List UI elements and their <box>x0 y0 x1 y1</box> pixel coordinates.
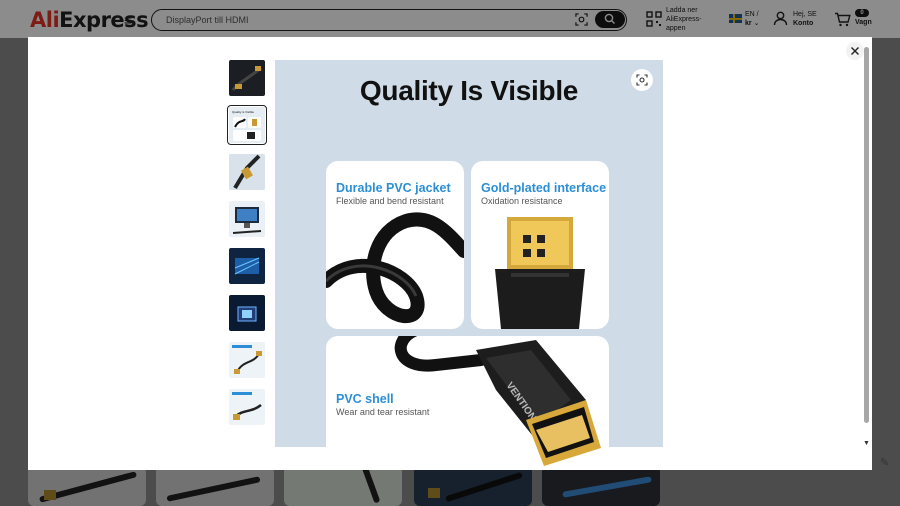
coiled-cable-image <box>326 212 464 324</box>
monitor-thumbnail-image <box>232 207 262 234</box>
displayport-plug-image: VENTION <box>394 336 601 466</box>
zoom-button[interactable] <box>631 69 653 91</box>
thumbnail-1[interactable] <box>229 60 265 96</box>
edit-icon[interactable]: ✎ <box>880 456 889 469</box>
thumbnail-2[interactable]: Quality is Visible <box>227 105 267 145</box>
panel-2-subtitle: Oxidation resistance <box>481 196 563 206</box>
cable-thumbnail-image <box>231 66 262 91</box>
cable-variant-thumbnail-image <box>232 392 262 420</box>
image-viewer-modal: ▼ Quality is Visible Quality Is Visible … <box>28 37 872 470</box>
thumbnail-4[interactable] <box>229 201 265 237</box>
feature-panel-pvc-shell: PVC shell Wear and tear resistant VENTIO… <box>326 336 609 466</box>
thumbnail-5[interactable] <box>229 248 265 284</box>
close-button[interactable] <box>846 42 864 60</box>
feature-panel-gold-plated: Gold-plated interface Oxidation resistan… <box>471 161 609 329</box>
gold-plug-image <box>495 217 585 329</box>
chip-thumbnail-image <box>237 306 257 322</box>
close-icon <box>851 47 859 55</box>
feature-panel-pvc-jacket: Durable PVC jacket Flexible and bend res… <box>326 161 464 329</box>
thumbnail-2-label: Quality is Visible <box>232 110 254 114</box>
image-search-icon <box>636 74 648 86</box>
scroll-down-arrow-icon[interactable]: ▼ <box>863 440 870 447</box>
cable-detail-thumbnail-image <box>233 154 261 190</box>
panel-1-title: Durable PVC jacket <box>336 181 451 195</box>
thumbnail-3[interactable] <box>229 154 265 190</box>
image-headline: Quality Is Visible <box>359 75 579 106</box>
scrollbar[interactable] <box>864 47 869 423</box>
thumbnail-8[interactable] <box>229 389 265 425</box>
thumbnail-7[interactable] <box>229 342 265 378</box>
cable-length-thumbnail-image <box>232 345 262 374</box>
thumbnail-6[interactable] <box>229 295 265 331</box>
panel-2-title: Gold-plated interface <box>481 181 607 195</box>
panel-1-subtitle: Flexible and bend resistant <box>336 196 444 206</box>
screen-thumbnail-image <box>234 257 260 275</box>
main-product-image[interactable]: Quality Is Visible Durable PVC jacket Fl… <box>275 60 663 466</box>
